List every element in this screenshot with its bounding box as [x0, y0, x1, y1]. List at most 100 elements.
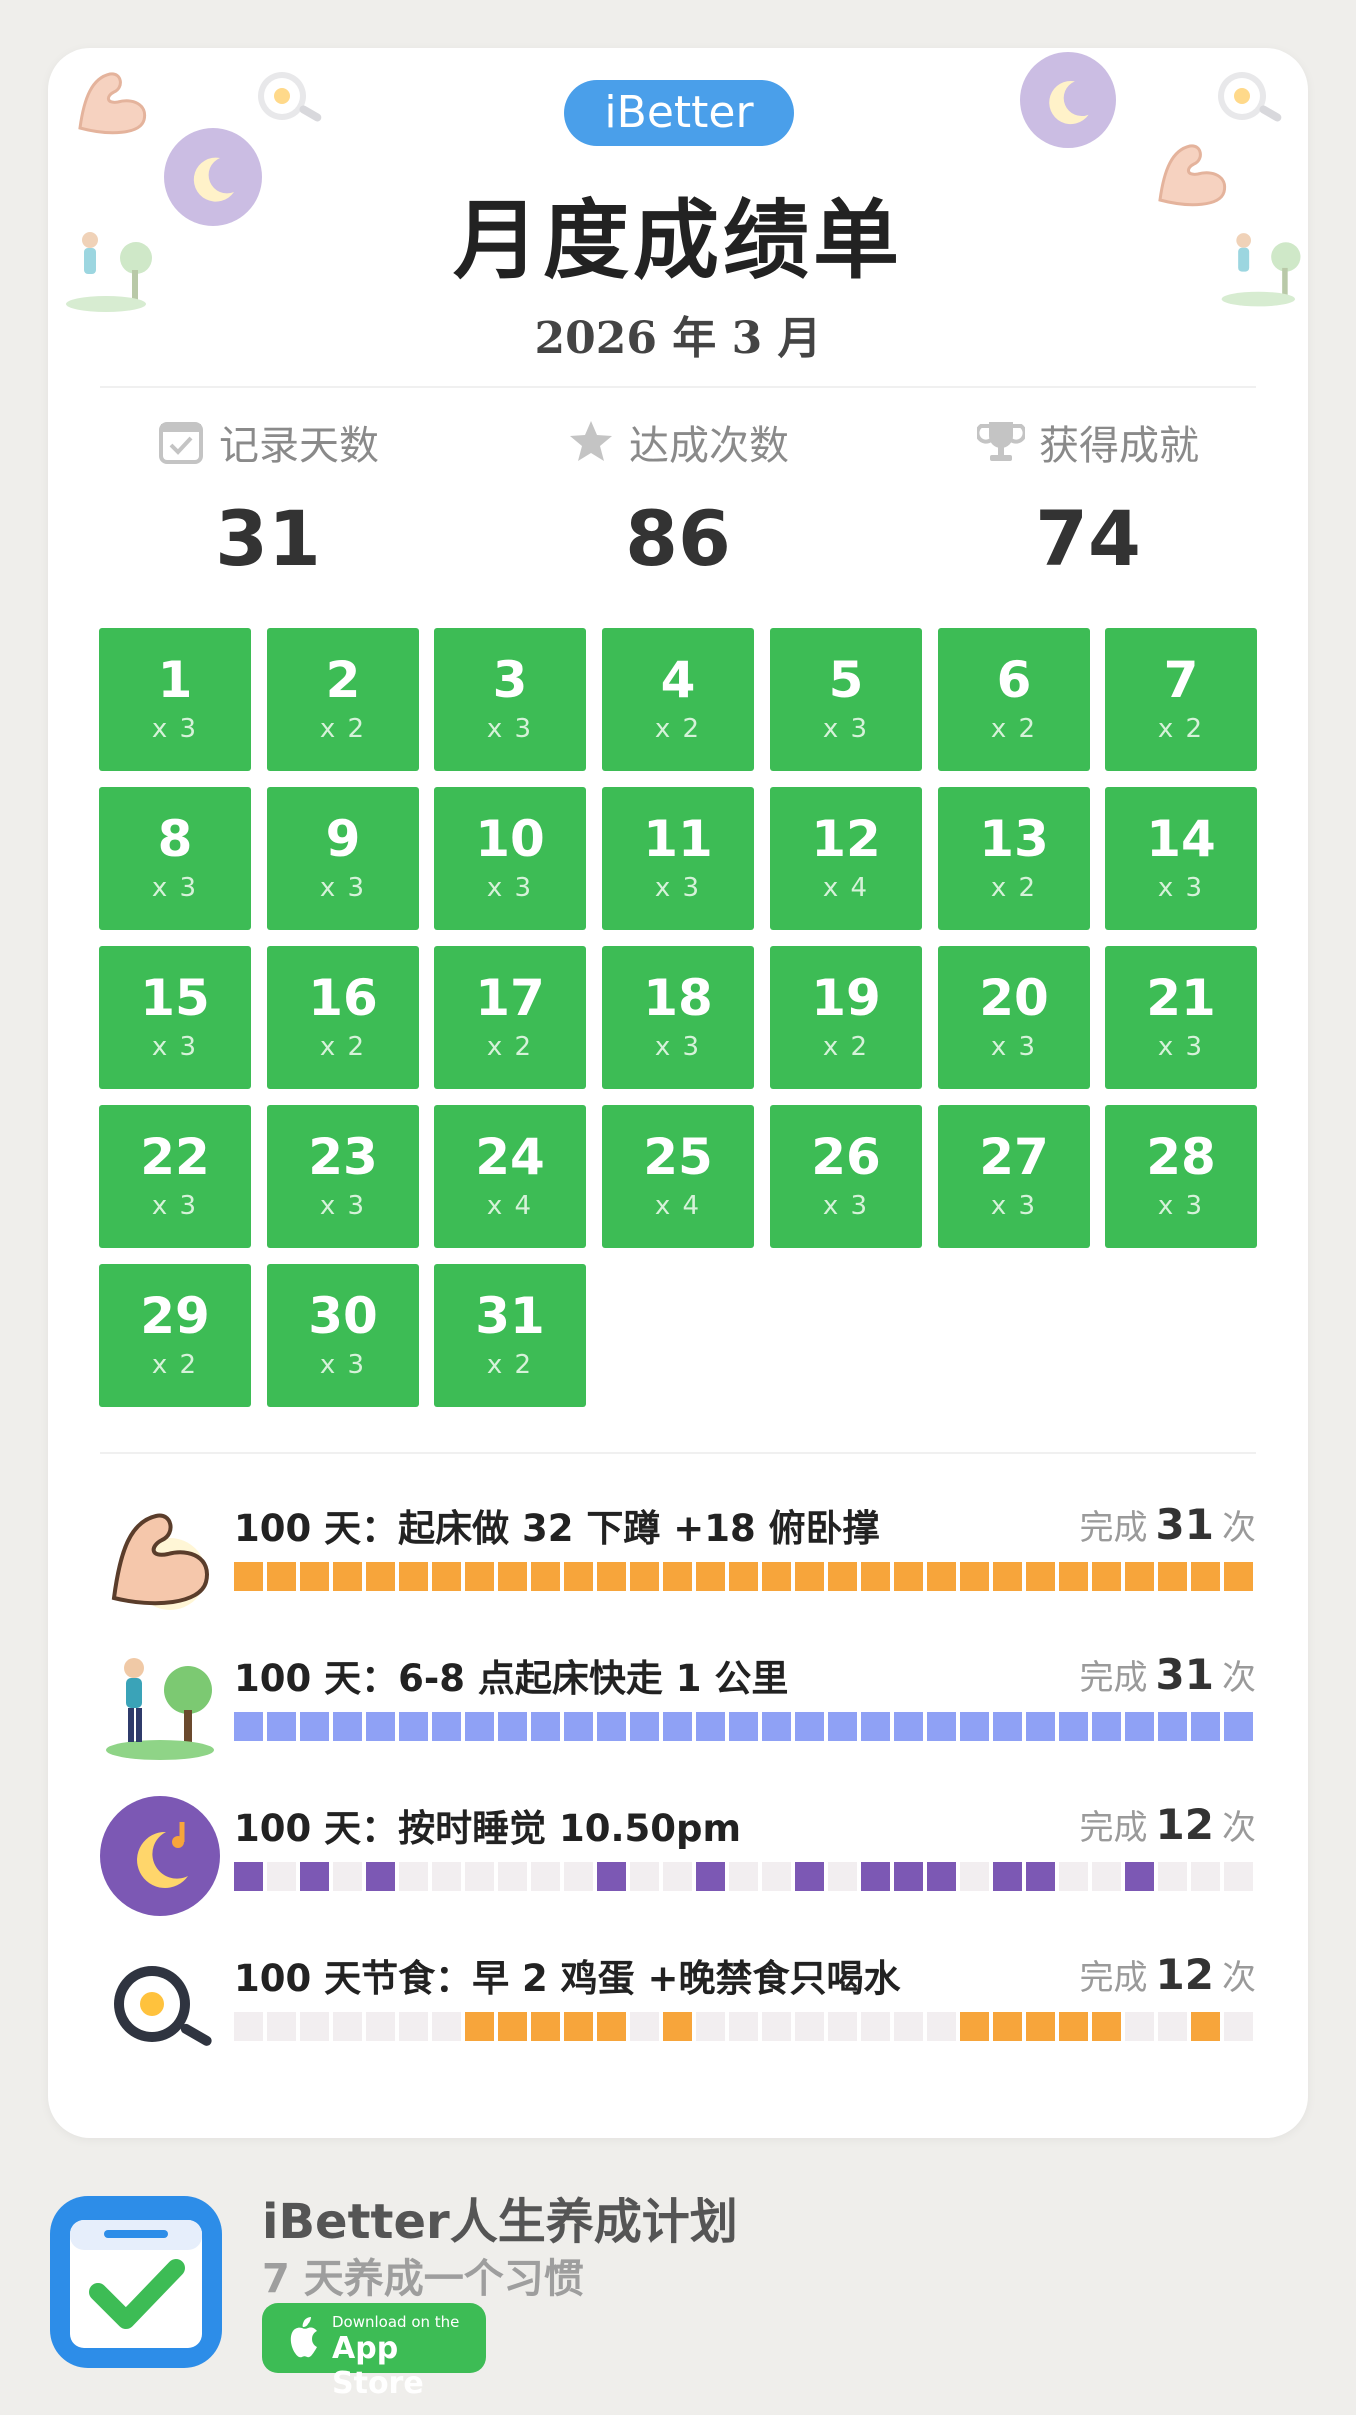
day-cell[interactable]: 13 x 2	[938, 787, 1090, 930]
day-cell[interactable]: 10 x 3	[434, 787, 586, 930]
habit-day-square	[960, 1712, 989, 1741]
day-cell[interactable]: 11 x 3	[602, 787, 754, 930]
habit-day-square	[1125, 1562, 1154, 1591]
habit-day-square	[465, 1862, 494, 1891]
habit-day-square	[894, 1712, 923, 1741]
habit-day-square	[894, 1562, 923, 1591]
habit-day-square	[1026, 1862, 1055, 1891]
day-count: x 2	[822, 1032, 870, 1062]
habit-day-square	[366, 2012, 395, 2041]
day-cell[interactable]: 20 x 3	[938, 946, 1090, 1089]
day-cell[interactable]: 24 x 4	[434, 1105, 586, 1248]
habit-day-square	[300, 2012, 329, 2041]
day-number: 31	[475, 1287, 545, 1345]
habit-name: 100 天：起床做 32 下蹲 +18 俯卧撑	[234, 1507, 880, 1550]
day-cell[interactable]: 2x 2	[267, 628, 419, 771]
day-cell[interactable]: 19 x 2	[770, 946, 922, 1089]
day-number: 16	[308, 969, 378, 1027]
day-number: 20	[979, 969, 1049, 1027]
habit-row[interactable]: 100 天节食：早 2 鸡蛋 +晚禁食只喝水 完成 12 次	[100, 1946, 1256, 2076]
day-cell[interactable]: 3x 3	[434, 628, 586, 771]
day-cell[interactable]: 8x 3	[99, 787, 251, 930]
day-cell[interactable]: 27 x 3	[938, 1105, 1090, 1248]
divider	[100, 386, 1256, 388]
day-count: x 2	[990, 714, 1038, 744]
habit-day-square	[564, 1862, 593, 1891]
day-cell[interactable]: 18 x 3	[602, 946, 754, 1089]
habit-day-square	[1059, 1862, 1088, 1891]
calendar-check-icon	[159, 422, 203, 464]
day-cell[interactable]: 22 x 3	[99, 1105, 251, 1248]
day-cell[interactable]: 30 x 3	[267, 1264, 419, 1407]
habit-row[interactable]: 100 天：按时睡觉 10.50pm 完成 12 次	[100, 1796, 1256, 1926]
day-number: 4	[660, 651, 696, 709]
day-cell[interactable]: 31 x 2	[434, 1264, 586, 1407]
habit-day-square	[597, 1712, 626, 1741]
habit-day-square	[465, 2012, 494, 2041]
day-cell[interactable]: 17 x 2	[434, 946, 586, 1089]
day-number: 1	[157, 651, 193, 709]
day-count: x 3	[486, 714, 534, 744]
day-cell[interactable]: 7x 2	[1105, 628, 1257, 771]
day-cell[interactable]: 25 x 4	[602, 1105, 754, 1248]
habit-day-square	[333, 2012, 362, 2041]
stat-value: 74	[1035, 494, 1141, 583]
habit-day-square	[828, 1562, 857, 1591]
day-cell[interactable]: 6x 2	[938, 628, 1090, 771]
day-count: x 2	[151, 1350, 199, 1380]
day-cell[interactable]: 16 x 2	[267, 946, 419, 1089]
day-number: 15	[140, 969, 210, 1027]
day-cell[interactable]: 9x 3	[267, 787, 419, 930]
day-cell[interactable]: 26 x 3	[770, 1105, 922, 1248]
habit-day-square	[729, 2012, 758, 2041]
stat-record-days: 记录天数 31	[58, 414, 478, 583]
habit-name: 100 天：按时睡觉 10.50pm	[234, 1807, 742, 1850]
habit-day-square	[1191, 1862, 1220, 1891]
habit-day-square	[498, 1862, 527, 1891]
day-number: 11	[643, 810, 713, 868]
habit-day-square	[564, 2012, 593, 2041]
day-cell[interactable]: 12 x 4	[770, 787, 922, 930]
habit-day-square	[531, 1562, 560, 1591]
habit-day-square	[795, 1862, 824, 1891]
day-count: x 2	[1157, 714, 1205, 744]
habit-day-square	[432, 1862, 461, 1891]
app-tagline: 7 天养成一个习惯	[262, 2256, 584, 2302]
day-count: x 3	[151, 1191, 199, 1221]
habit-day-square	[663, 1712, 692, 1741]
divider	[100, 1452, 1256, 1454]
habit-day-square	[1158, 1862, 1187, 1891]
day-cell[interactable]: 28 x 3	[1105, 1105, 1257, 1248]
day-number: 12	[811, 810, 881, 868]
habit-day-square	[729, 1562, 758, 1591]
day-cell[interactable]: 15 x 3	[99, 946, 251, 1089]
day-cell[interactable]: 29 x 2	[99, 1264, 251, 1407]
store-big-text: App Store	[332, 2331, 424, 2401]
frying-pan-egg-icon	[1218, 72, 1282, 122]
muscle-arm-icon	[111, 1513, 209, 1610]
day-count: x 2	[654, 714, 702, 744]
habit-row[interactable]: 100 天：起床做 32 下蹲 +18 俯卧撑 完成 31 次	[100, 1496, 1256, 1626]
app-store-button[interactable]: Download on the App Store	[262, 2303, 486, 2401]
day-cell[interactable]: 4x 2	[602, 628, 754, 771]
day-count: x 2	[319, 1032, 367, 1062]
habit-day-square	[300, 1862, 329, 1891]
habit-day-square	[696, 1862, 725, 1891]
habit-row[interactable]: 100 天：6-8 点起床快走 1 公里 完成 31 次	[100, 1646, 1256, 1776]
day-cell[interactable]: 23 x 3	[267, 1105, 419, 1248]
muscle-arm-icon	[78, 72, 147, 135]
day-cell[interactable]: 14 x 3	[1105, 787, 1257, 930]
app-icon[interactable]	[46, 2192, 226, 2372]
day-number: 30	[308, 1287, 378, 1345]
habit-day-square	[498, 2012, 527, 2041]
day-count: x 3	[151, 873, 199, 903]
day-cell[interactable]: 1x 3	[99, 628, 251, 771]
habit-day-square	[861, 1862, 890, 1891]
day-cell[interactable]: 21 x 3	[1105, 946, 1257, 1089]
day-count: x 3	[319, 1191, 367, 1221]
habit-day-square	[399, 1562, 428, 1591]
day-count: x 3	[654, 1032, 702, 1062]
habit-day-square	[630, 1712, 659, 1741]
day-cell[interactable]: 5x 3	[770, 628, 922, 771]
habit-day-square	[432, 1712, 461, 1741]
